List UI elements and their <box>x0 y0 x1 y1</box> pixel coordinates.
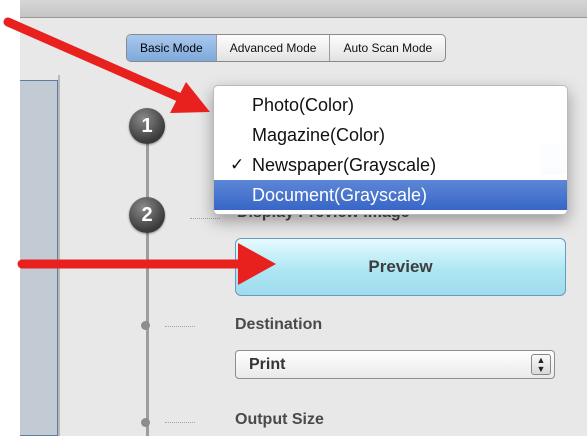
arrow-to-menu-icon <box>3 17 210 113</box>
annotation-arrows <box>3 17 276 285</box>
arrow-to-preview-icon <box>17 243 276 285</box>
